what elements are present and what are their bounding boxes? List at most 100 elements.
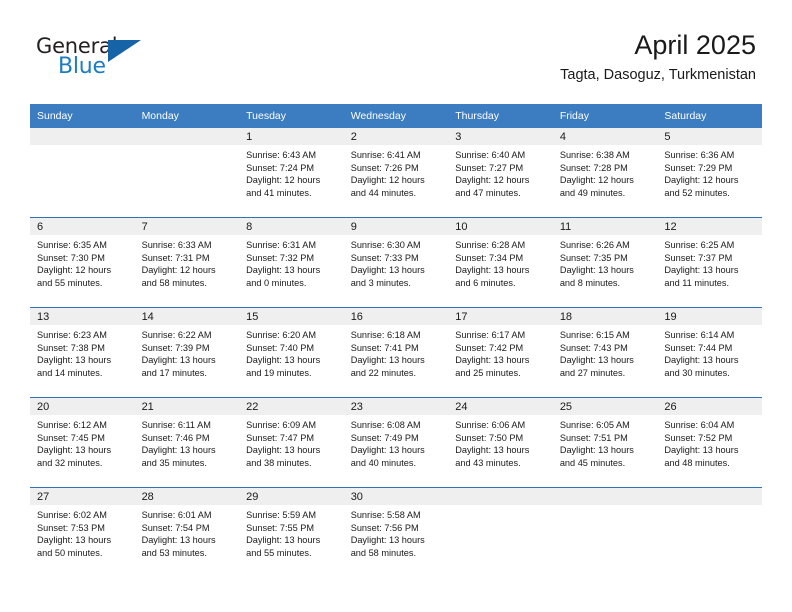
daylight-text-line1: Daylight: 12 hours: [350, 175, 425, 186]
sunset-text: Sunset: 7:52 PM: [664, 432, 733, 443]
daylight-text-line1: Daylight: 13 hours: [559, 445, 634, 456]
day-cell[interactable]: 12 Sunrise: 6:25 AM Sunset: 7:37 PM Dayl…: [657, 217, 762, 308]
daylight-text-line1: Daylight: 13 hours: [664, 265, 739, 276]
day-details: Sunrise: 6:43 AM Sunset: 7:24 PM Dayligh…: [239, 145, 344, 199]
day-number: 3: [448, 128, 553, 145]
day-cell[interactable]: 21 Sunrise: 6:11 AM Sunset: 7:46 PM Dayl…: [134, 397, 240, 488]
day-details: Sunrise: 6:06 AM Sunset: 7:50 PM Dayligh…: [448, 415, 553, 469]
daylight-text-line1: Daylight: 12 hours: [141, 265, 216, 276]
day-details: Sunrise: 6:25 AM Sunset: 7:37 PM Dayligh…: [657, 235, 762, 289]
page-header: General Blue April 2025 Tagta, Dasoguz, …: [0, 0, 792, 104]
day-number: 18: [552, 308, 658, 325]
day-cell[interactable]: 22 Sunrise: 6:09 AM Sunset: 7:47 PM Dayl…: [239, 397, 344, 488]
day-details: Sunrise: 6:17 AM Sunset: 7:42 PM Dayligh…: [448, 325, 553, 379]
day-cell[interactable]: 18 Sunrise: 6:15 AM Sunset: 7:43 PM Dayl…: [552, 307, 658, 398]
daylight-text-line1: Daylight: 12 hours: [455, 175, 530, 186]
daylight-text-line2: and 11 minutes.: [664, 277, 730, 288]
day-details: Sunrise: 6:11 AM Sunset: 7:46 PM Dayligh…: [135, 415, 240, 469]
sunrise-text: Sunrise: 6:09 AM: [246, 420, 317, 430]
week-row: 6 Sunrise: 6:35 AM Sunset: 7:30 PM Dayli…: [30, 217, 762, 308]
day-cell[interactable]: 20 Sunrise: 6:12 AM Sunset: 7:45 PM Dayl…: [30, 397, 135, 488]
daylight-text-line2: and 19 minutes.: [246, 367, 312, 378]
day-details: Sunrise: 6:15 AM Sunset: 7:43 PM Dayligh…: [553, 325, 658, 379]
day-cell[interactable]: [30, 128, 135, 218]
day-details: Sunrise: 6:12 AM Sunset: 7:45 PM Dayligh…: [30, 415, 135, 469]
weekday-header-saturday: Saturday: [657, 104, 762, 128]
day-details: Sunrise: 6:23 AM Sunset: 7:38 PM Dayligh…: [30, 325, 135, 379]
daylight-text-line2: and 48 minutes.: [664, 457, 730, 468]
daylight-text-line1: Daylight: 13 hours: [37, 355, 112, 366]
sunset-text: Sunset: 7:47 PM: [246, 432, 315, 443]
page-title: April 2025: [634, 30, 756, 60]
day-details: Sunrise: 6:14 AM Sunset: 7:44 PM Dayligh…: [657, 325, 762, 379]
day-cell[interactable]: 29 Sunrise: 5:59 AM Sunset: 7:55 PM Dayl…: [239, 487, 344, 577]
day-cell[interactable]: 10 Sunrise: 6:28 AM Sunset: 7:34 PM Dayl…: [448, 217, 553, 308]
day-details: Sunrise: 6:02 AM Sunset: 7:53 PM Dayligh…: [30, 505, 135, 559]
day-cell[interactable]: 14 Sunrise: 6:22 AM Sunset: 7:39 PM Dayl…: [134, 307, 240, 398]
day-number: 6: [30, 218, 135, 235]
location-subtitle: Tagta, Dasoguz, Turkmenistan: [560, 67, 756, 84]
daylight-text-line1: Daylight: 12 hours: [559, 175, 634, 186]
day-number: 19: [657, 308, 762, 325]
day-details: Sunrise: 6:33 AM Sunset: 7:31 PM Dayligh…: [135, 235, 240, 289]
day-number: 11: [552, 218, 658, 235]
day-cell[interactable]: 19 Sunrise: 6:14 AM Sunset: 7:44 PM Dayl…: [657, 307, 762, 398]
daylight-text-line2: and 22 minutes.: [350, 367, 417, 378]
day-cell[interactable]: 1 Sunrise: 6:43 AM Sunset: 7:24 PM Dayli…: [239, 128, 344, 218]
daylight-text-line1: Daylight: 13 hours: [350, 355, 425, 366]
day-number: 20: [30, 398, 135, 415]
day-cell[interactable]: 23 Sunrise: 6:08 AM Sunset: 7:49 PM Dayl…: [343, 397, 449, 488]
sunrise-text: Sunrise: 6:35 AM: [37, 240, 107, 250]
sunset-text: Sunset: 7:43 PM: [559, 342, 628, 353]
sunrise-sunset-calendar: Sunday Monday Tuesday Wednesday Thursday…: [30, 104, 762, 577]
sunrise-text: Sunrise: 6:02 AM: [37, 510, 107, 520]
sunrise-text: Sunrise: 6:18 AM: [350, 330, 421, 340]
daylight-text-line2: and 55 minutes.: [37, 277, 103, 288]
day-number: 21: [134, 398, 240, 415]
day-cell[interactable]: [657, 487, 762, 577]
daylight-text-line1: Daylight: 13 hours: [141, 445, 216, 456]
sunset-text: Sunset: 7:40 PM: [246, 342, 315, 353]
sunset-text: Sunset: 7:31 PM: [141, 252, 210, 263]
day-cell[interactable]: 8 Sunrise: 6:31 AM Sunset: 7:32 PM Dayli…: [239, 217, 344, 308]
day-cell[interactable]: 25 Sunrise: 6:05 AM Sunset: 7:51 PM Dayl…: [552, 397, 658, 488]
day-cell[interactable]: [134, 128, 240, 218]
day-cell[interactable]: 26 Sunrise: 6:04 AM Sunset: 7:52 PM Dayl…: [657, 397, 762, 488]
daylight-text-line2: and 8 minutes.: [559, 277, 621, 288]
week-row: 13 Sunrise: 6:23 AM Sunset: 7:38 PM Dayl…: [30, 307, 762, 398]
daylight-text-line2: and 43 minutes.: [455, 457, 521, 468]
sunset-text: Sunset: 7:53 PM: [37, 522, 105, 533]
day-cell[interactable]: 4 Sunrise: 6:38 AM Sunset: 7:28 PM Dayli…: [552, 128, 658, 218]
day-cell[interactable]: 5 Sunrise: 6:36 AM Sunset: 7:29 PM Dayli…: [657, 128, 762, 218]
weekday-header-thursday: Thursday: [448, 104, 553, 128]
sunrise-text: Sunrise: 6:05 AM: [559, 420, 630, 430]
day-cell[interactable]: 28 Sunrise: 6:01 AM Sunset: 7:54 PM Dayl…: [134, 487, 240, 577]
day-details: Sunrise: 6:04 AM Sunset: 7:52 PM Dayligh…: [657, 415, 762, 469]
day-cell[interactable]: 13 Sunrise: 6:23 AM Sunset: 7:38 PM Dayl…: [30, 307, 135, 398]
day-cell[interactable]: [448, 487, 553, 577]
day-cell[interactable]: 9 Sunrise: 6:30 AM Sunset: 7:33 PM Dayli…: [343, 217, 449, 308]
day-cell[interactable]: 27 Sunrise: 6:02 AM Sunset: 7:53 PM Dayl…: [30, 487, 135, 577]
sunset-text: Sunset: 7:42 PM: [455, 342, 524, 353]
day-number: 22: [239, 398, 344, 415]
sunset-text: Sunset: 7:38 PM: [37, 342, 105, 353]
day-cell[interactable]: 6 Sunrise: 6:35 AM Sunset: 7:30 PM Dayli…: [30, 217, 135, 308]
day-cell[interactable]: 11 Sunrise: 6:26 AM Sunset: 7:35 PM Dayl…: [552, 217, 658, 308]
sunrise-text: Sunrise: 6:12 AM: [37, 420, 107, 430]
day-cell[interactable]: 24 Sunrise: 6:06 AM Sunset: 7:50 PM Dayl…: [448, 397, 553, 488]
sunset-text: Sunset: 7:27 PM: [455, 162, 524, 173]
day-cell[interactable]: [552, 487, 658, 577]
day-cell[interactable]: 30 Sunrise: 5:58 AM Sunset: 7:56 PM Dayl…: [343, 487, 449, 577]
day-cell[interactable]: 15 Sunrise: 6:20 AM Sunset: 7:40 PM Dayl…: [239, 307, 344, 398]
day-cell[interactable]: 2 Sunrise: 6:41 AM Sunset: 7:26 PM Dayli…: [343, 128, 449, 218]
daylight-text-line2: and 27 minutes.: [559, 367, 626, 378]
day-cell[interactable]: 7 Sunrise: 6:33 AM Sunset: 7:31 PM Dayli…: [134, 217, 240, 308]
sunrise-text: Sunrise: 6:30 AM: [350, 240, 421, 250]
daylight-text-line1: Daylight: 13 hours: [246, 535, 321, 546]
day-number: 2: [343, 128, 449, 145]
day-cell[interactable]: 17 Sunrise: 6:17 AM Sunset: 7:42 PM Dayl…: [448, 307, 553, 398]
day-cell[interactable]: 16 Sunrise: 6:18 AM Sunset: 7:41 PM Dayl…: [343, 307, 449, 398]
day-cell[interactable]: 3 Sunrise: 6:40 AM Sunset: 7:27 PM Dayli…: [448, 128, 553, 218]
sunrise-text: Sunrise: 6:01 AM: [141, 510, 212, 520]
sunrise-text: Sunrise: 6:04 AM: [664, 420, 735, 430]
